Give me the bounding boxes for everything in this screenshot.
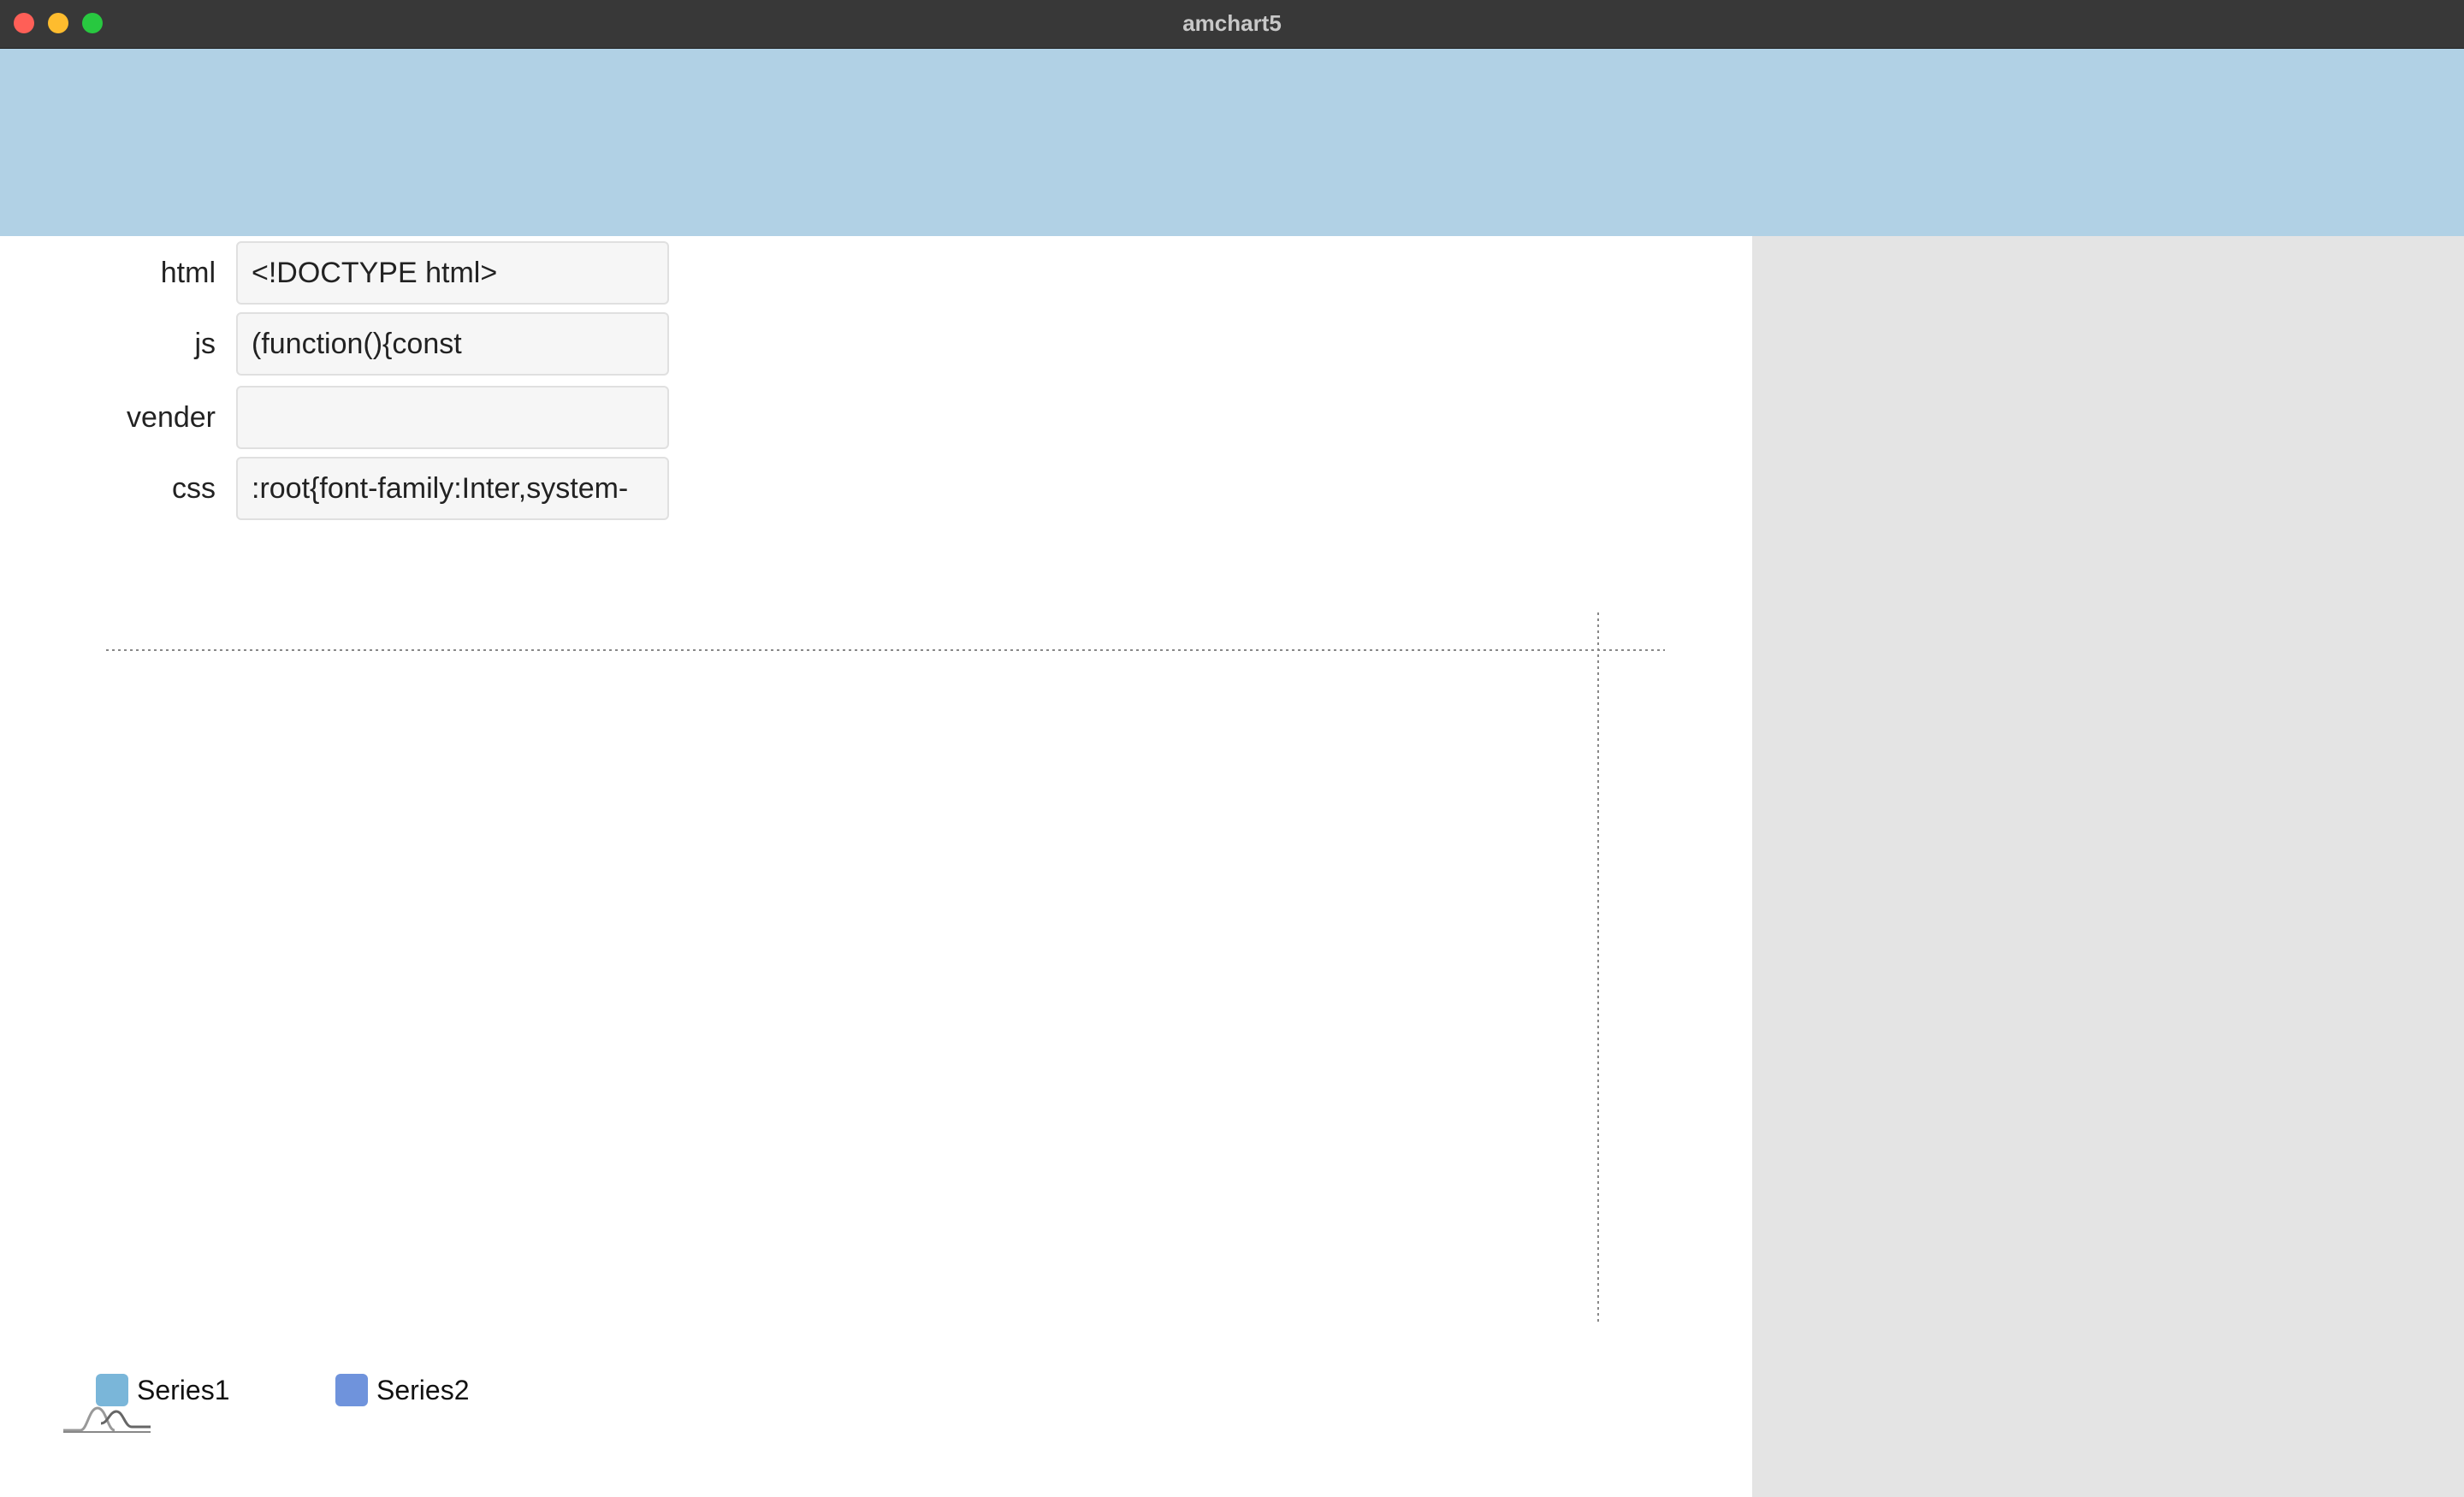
header-band [0,49,2464,236]
window-title: amchart5 [1182,10,1282,36]
side-panel [1752,236,2464,1497]
html-label: html [160,257,216,289]
js-label: js [194,328,216,360]
vender-label: vender [127,401,216,434]
legend-label-series2: Series2 [376,1375,470,1405]
css-field[interactable]: :root{font-family:Inter,system- [236,457,669,520]
chart-plot-area[interactable] [0,599,1752,1369]
css-label: css [172,472,216,505]
amcharts-logo-icon[interactable] [62,1403,152,1434]
form-row-js: js (function(){const [0,312,676,376]
legend-swatch-series2 [335,1374,368,1406]
form-row-vender: vender [0,386,676,449]
html-field[interactable]: <!DOCTYPE html> [236,241,669,305]
legend-label-series1: Series1 [137,1375,230,1405]
vender-field[interactable] [236,386,669,449]
js-field[interactable]: (function(){const [236,312,669,376]
legend-item-series1[interactable]: Series1 [96,1374,267,1406]
form-row-html: html <!DOCTYPE html> [0,241,676,305]
window-titlebar: amchart5 [0,0,2464,49]
legend-swatch-series1 [96,1374,128,1406]
legend-item-series2[interactable]: Series2 [335,1374,506,1406]
form-row-css: css :root{font-family:Inter,system- [0,457,676,520]
